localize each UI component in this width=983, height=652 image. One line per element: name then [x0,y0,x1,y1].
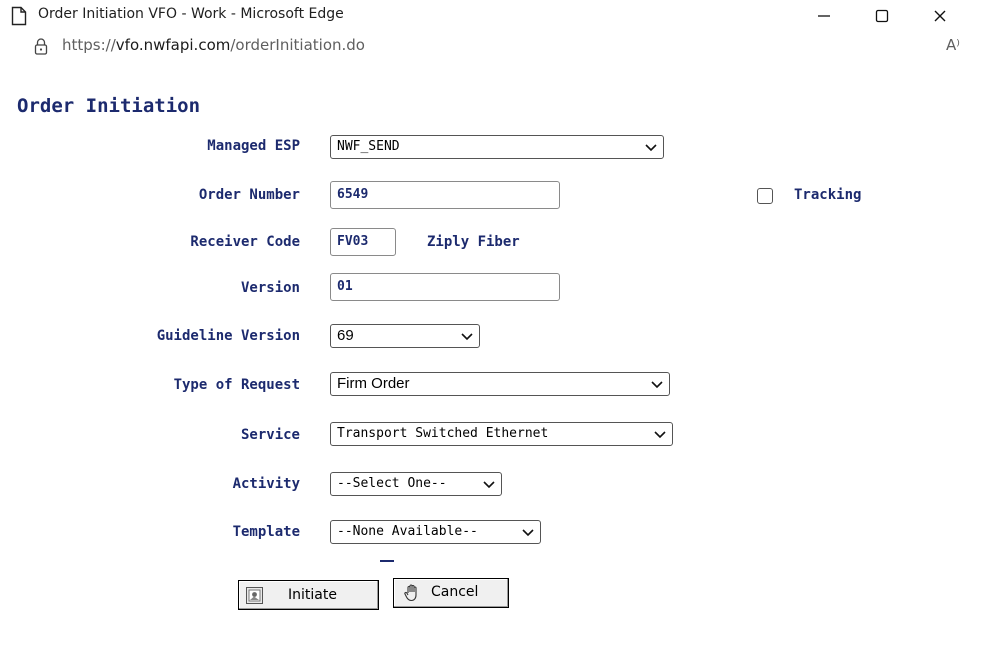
read-aloud-icon[interactable]: A⁾ [946,36,960,54]
order-number-label: Order Number [198,187,300,203]
title-bar: Order Initiation VFO - Work - Microsoft … [0,0,983,30]
initiate-button[interactable]: Initiate [238,580,379,610]
guideline-version-select[interactable]: 69 [330,324,480,348]
template-label: Template [232,524,300,540]
url-text[interactable]: https://vfo.nwfapi.com/orderInitiation.d… [62,36,365,54]
minimize-icon [818,15,830,17]
version-input[interactable]: 01 [330,273,560,301]
order-number-value: 6549 [337,187,369,202]
initiate-button-label: Initiate [288,587,337,603]
chevron-down-icon [645,144,657,152]
page-icon [11,6,27,26]
lock-icon[interactable] [34,37,48,55]
receiver-code-value: FV03 [337,234,369,249]
managed-esp-value: NWF_SEND [337,139,400,154]
receiver-name-text: Ziply Fiber [427,234,520,250]
tracking-checkbox[interactable] [757,188,773,204]
template-select[interactable]: --None Available-- [330,520,541,544]
type-of-request-label: Type of Request [173,377,300,393]
cancel-hand-icon [404,584,417,602]
receiver-code-input[interactable]: FV03 [330,228,396,256]
template-value: --None Available-- [337,524,478,539]
service-label: Service [240,427,300,443]
chevron-down-icon [654,431,666,439]
chevron-down-icon [522,529,534,537]
url-host: vfo.nwfapi.com [115,36,231,54]
url-path: /orderInitiation.do [230,36,365,54]
order-number-input[interactable]: 6549 [330,181,560,209]
activity-value: --Select One-- [337,476,447,491]
browser-window-chrome: Order Initiation VFO - Work - Microsoft … [0,0,983,60]
close-icon [934,10,946,22]
maximize-button[interactable] [859,0,905,30]
activity-label: Activity [232,476,300,492]
cancel-button-label: Cancel [431,584,479,600]
service-value: Transport Switched Ethernet [337,426,549,441]
close-button[interactable] [917,0,963,30]
chevron-down-icon [483,481,495,489]
type-of-request-value: Firm Order [337,375,410,392]
cancel-button[interactable]: Cancel [393,578,509,608]
version-label: Version [240,280,300,296]
initiate-icon [246,587,263,604]
service-select[interactable]: Transport Switched Ethernet [330,422,673,446]
chevron-down-icon [651,381,663,389]
minimize-button[interactable] [801,0,847,30]
guideline-version-value: 69 [337,327,354,344]
managed-esp-select[interactable]: NWF_SEND [330,135,664,159]
page-title: Order Initiation [17,95,201,117]
type-of-request-select[interactable]: Firm Order [330,372,670,396]
guideline-version-label: Guideline Version [156,328,300,344]
version-value: 01 [337,279,353,294]
chevron-down-icon [461,333,473,341]
maximize-icon [875,9,889,23]
managed-esp-label: Managed ESP [207,138,300,154]
window-title: Order Initiation VFO - Work - Microsoft … [38,6,344,22]
focus-indicator [380,560,394,562]
url-scheme: https:// [62,36,116,54]
address-bar[interactable]: https://vfo.nwfapi.com/orderInitiation.d… [0,30,983,60]
tracking-label: Tracking [794,187,862,203]
receiver-code-label: Receiver Code [190,234,300,250]
activity-select[interactable]: --Select One-- [330,472,502,496]
